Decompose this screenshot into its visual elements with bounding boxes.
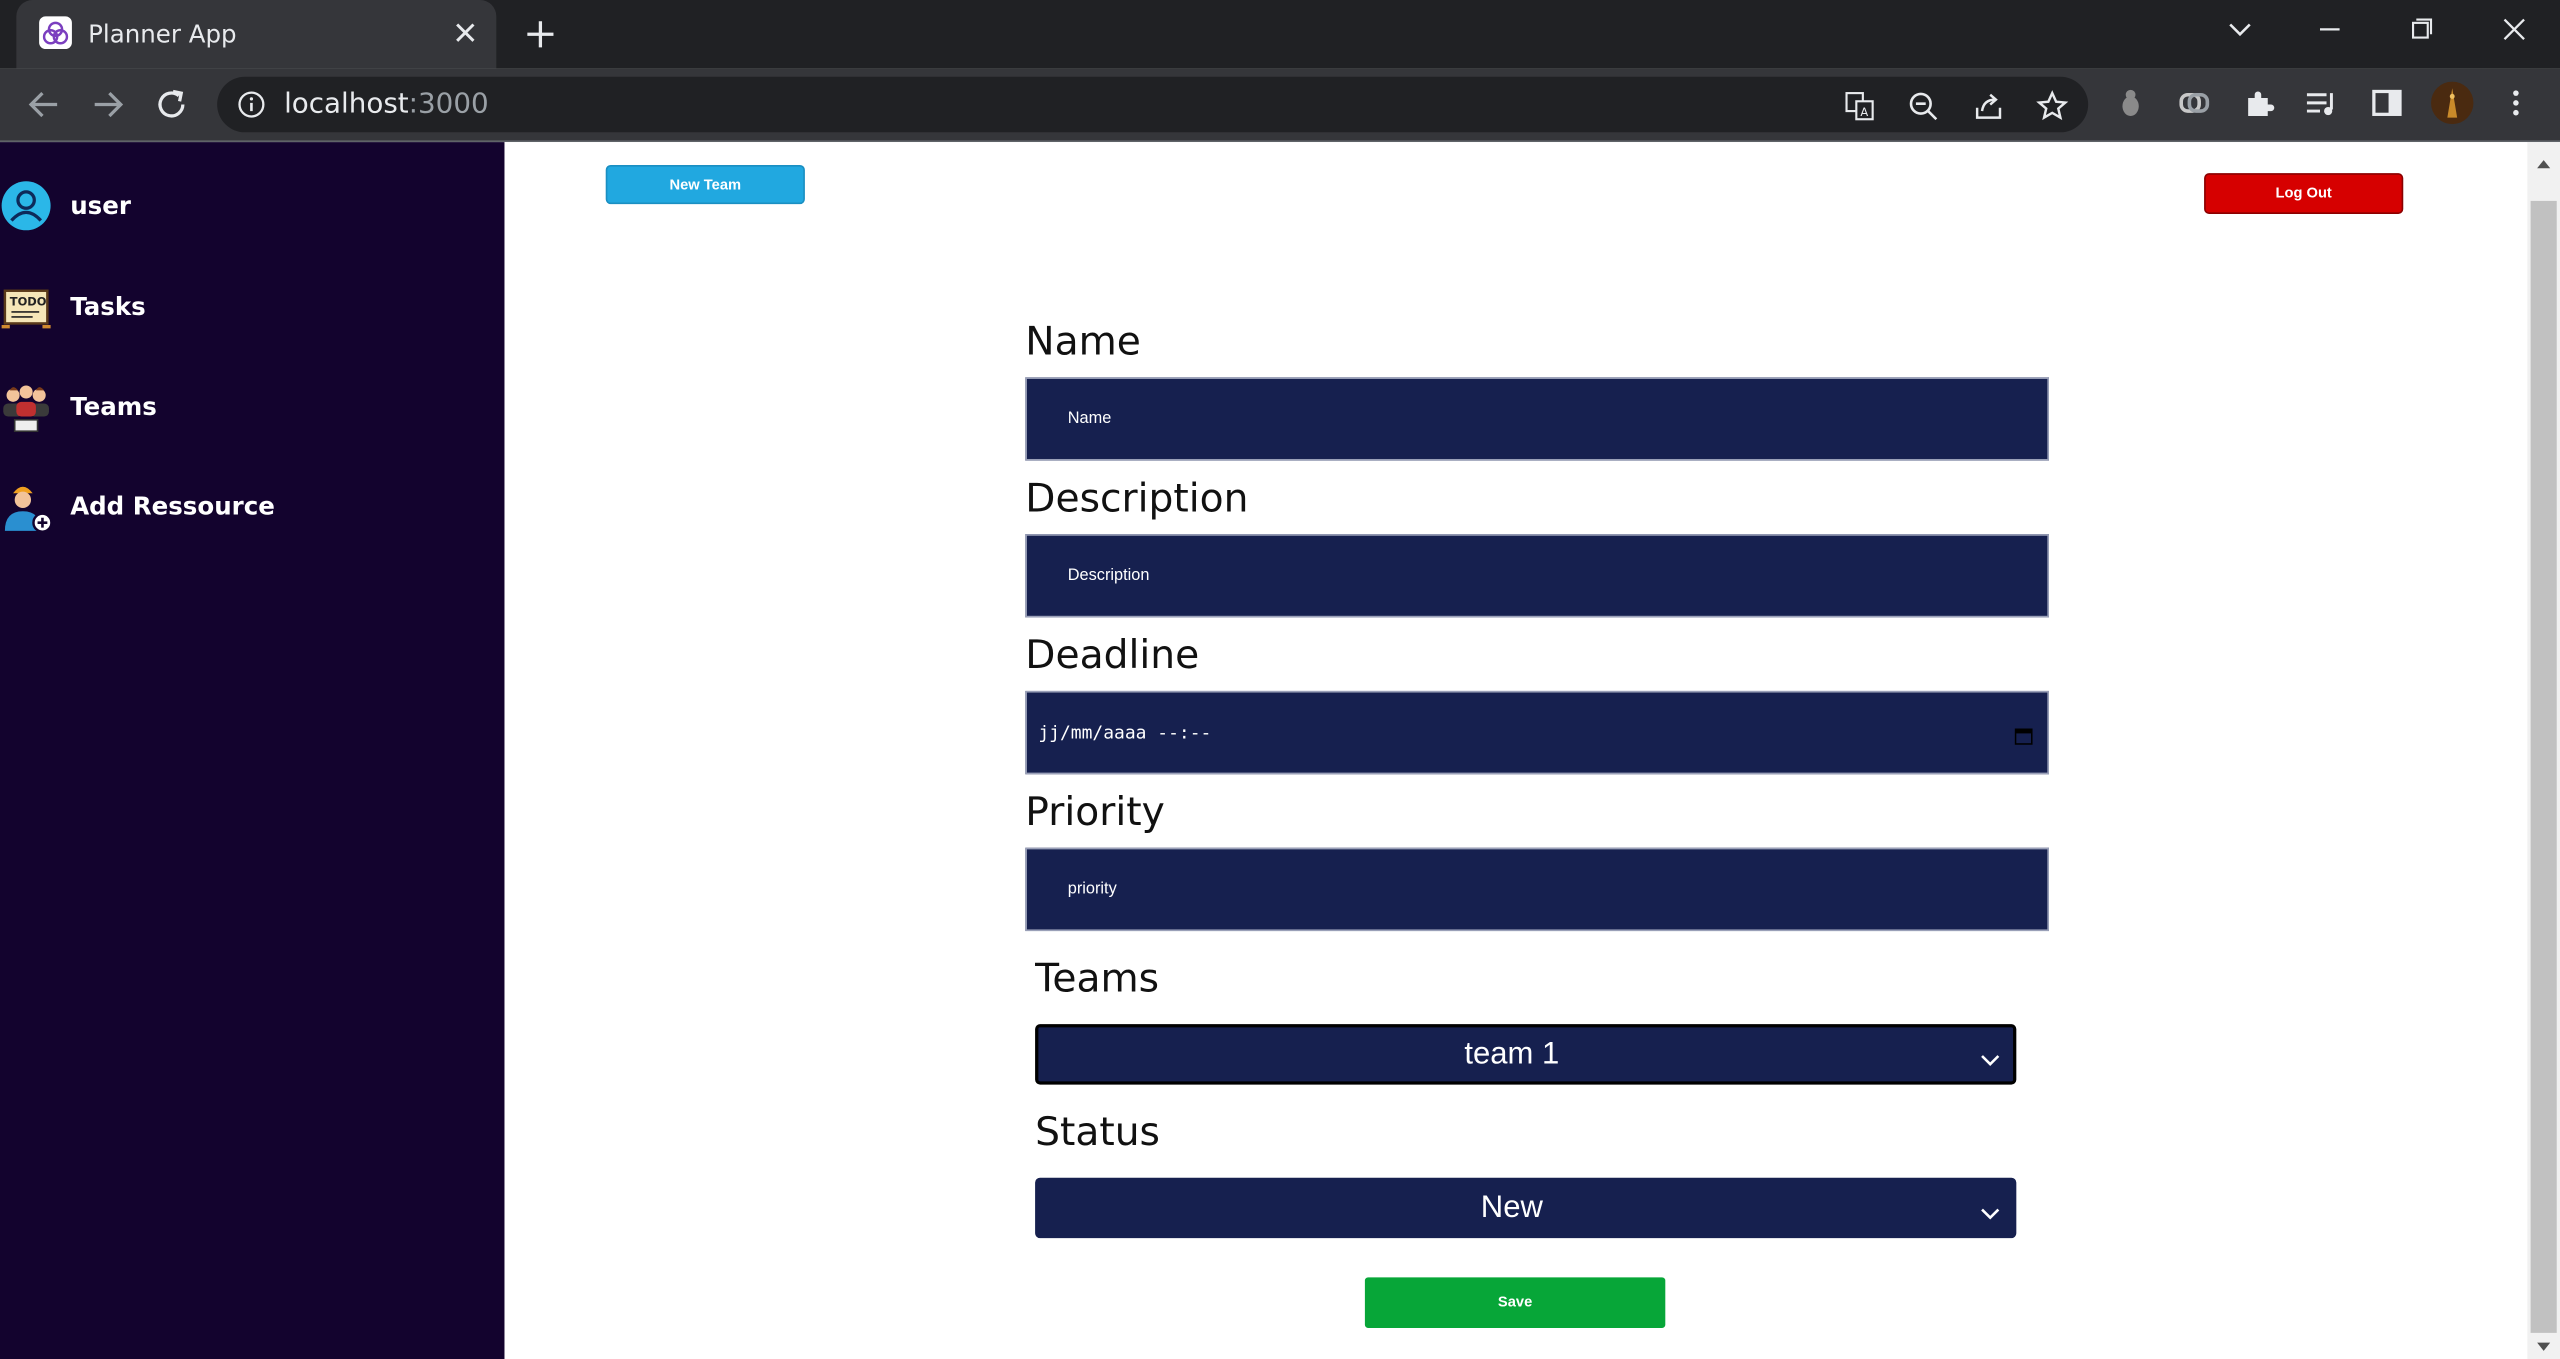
calendar-icon[interactable] xyxy=(2014,724,2033,745)
back-arrow-icon[interactable] xyxy=(21,82,67,128)
extension-gray-icon[interactable] xyxy=(2113,85,2149,121)
team-people-icon xyxy=(0,381,52,433)
tab-close-icon[interactable] xyxy=(447,15,483,51)
chevron-down-icon xyxy=(1980,1201,2000,1220)
status-select[interactable]: New xyxy=(1035,1177,2017,1239)
teams-label: Teams xyxy=(1035,955,1160,1002)
sidebar-item-label: Teams xyxy=(70,392,157,422)
sidebar-item-label: Tasks xyxy=(70,292,146,322)
priority-label: Priority xyxy=(1025,788,1165,835)
priority-input[interactable] xyxy=(1025,847,2049,932)
new-tab-icon[interactable] xyxy=(519,13,561,55)
scrollbar-thumb[interactable] xyxy=(2530,200,2557,1333)
new-team-button[interactable]: New Team xyxy=(605,164,805,205)
name-input[interactable] xyxy=(1025,377,2049,461)
todo-board-icon: TODO xyxy=(0,281,52,333)
svg-text:A: A xyxy=(1860,105,1868,119)
page-scrollbar[interactable] xyxy=(2527,142,2560,1359)
teams-selected-value: team 1 xyxy=(1464,1037,1560,1072)
bookmark-star-icon[interactable] xyxy=(2036,90,2069,123)
sidebar-item-label: user xyxy=(70,191,131,221)
deadline-input[interactable]: jj/mm/aaaa --:-- xyxy=(1025,690,2049,775)
minimize-icon[interactable] xyxy=(2305,10,2354,52)
extension-link-icon[interactable] xyxy=(2176,85,2212,121)
profile-avatar-icon[interactable] xyxy=(2431,81,2474,125)
chevron-down-icon xyxy=(1980,1047,2000,1067)
sidebar-item-user[interactable]: user xyxy=(0,176,490,235)
close-window-icon[interactable] xyxy=(2490,10,2539,52)
browser-tab[interactable]: Planner App xyxy=(16,0,497,69)
deadline-placeholder: jj/mm/aaaa --:-- xyxy=(1038,721,1212,744)
svg-text:TODO: TODO xyxy=(10,294,47,308)
browser-tabstrip: Planner App xyxy=(0,0,2560,69)
url-text: localhost:3000 xyxy=(284,88,489,121)
sidebar-item-label: Add Ressource xyxy=(70,491,275,522)
logout-button[interactable]: Log Out xyxy=(2204,173,2404,214)
reload-icon[interactable] xyxy=(149,82,195,128)
main-content: New Team Log Out Name Description Deadli… xyxy=(504,142,2528,1359)
site-info-icon[interactable] xyxy=(237,90,266,119)
address-bar[interactable]: localhost:3000 A xyxy=(217,76,2089,133)
zoom-icon[interactable] xyxy=(1907,90,1940,123)
sidebar-item-teams[interactable]: Teams xyxy=(0,377,490,436)
app-favicon-icon xyxy=(39,16,72,50)
add-person-icon xyxy=(0,480,53,533)
status-label: Status xyxy=(1035,1109,1160,1155)
restore-icon[interactable] xyxy=(2397,10,2446,52)
media-queue-icon[interactable] xyxy=(2304,85,2340,121)
extensions-puzzle-icon[interactable] xyxy=(2242,85,2278,121)
scroll-up-arrow-icon[interactable] xyxy=(2534,150,2554,169)
forward-arrow-icon[interactable] xyxy=(85,82,131,128)
scroll-down-arrow-icon[interactable] xyxy=(2534,1334,2554,1351)
share-icon[interactable] xyxy=(1972,90,2005,123)
tab-title: Planner App xyxy=(88,19,237,50)
description-label: Description xyxy=(1025,475,1249,522)
side-panel-icon[interactable] xyxy=(2369,85,2405,121)
save-button[interactable]: Save xyxy=(1364,1277,1666,1328)
sidebar-item-add-ressource[interactable]: Add Ressource xyxy=(0,477,490,536)
status-selected-value: New xyxy=(1480,1190,1543,1226)
sidebar: user TODO Tasks Teams Add Ressource xyxy=(0,142,505,1359)
description-input[interactable] xyxy=(1025,534,2049,618)
teams-select[interactable]: team 1 xyxy=(1035,1024,2017,1085)
browser-menu-icon[interactable] xyxy=(2498,85,2534,121)
user-avatar-icon xyxy=(0,180,52,232)
name-label: Name xyxy=(1025,318,1141,365)
deadline-label: Deadline xyxy=(1025,632,1200,678)
sidebar-item-tasks[interactable]: TODO Tasks xyxy=(0,278,490,337)
translate-icon[interactable]: A xyxy=(1843,90,1876,123)
tab-search-chevron-icon[interactable] xyxy=(2216,10,2265,52)
